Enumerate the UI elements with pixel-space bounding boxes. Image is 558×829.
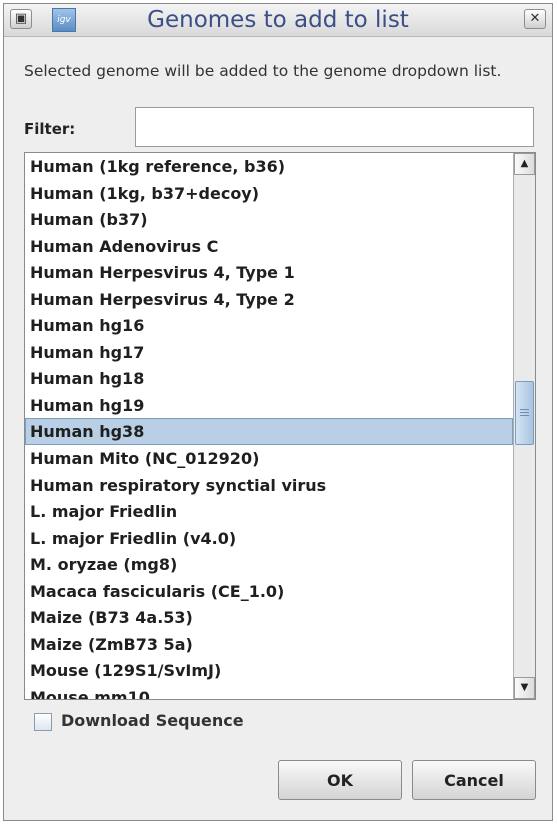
list-item[interactable]: Human hg38: [25, 418, 513, 446]
scroll-down-arrow-icon[interactable]: ▼: [514, 677, 535, 699]
vertical-scrollbar[interactable]: ▲ ▼: [513, 153, 535, 699]
title-bar[interactable]: ▣ igv Genomes to add to list ✕: [4, 4, 552, 37]
list-item[interactable]: Maize (B73 4a.53): [25, 604, 513, 631]
ok-button[interactable]: OK: [278, 760, 402, 800]
scroll-thumb[interactable]: [515, 381, 534, 445]
list-item[interactable]: Human Mito (NC_012920): [25, 445, 513, 472]
window-title: Genomes to add to list: [147, 7, 409, 33]
list-item[interactable]: Human hg17: [25, 339, 513, 366]
list-item[interactable]: Human hg19: [25, 392, 513, 419]
list-item[interactable]: Human hg16: [25, 312, 513, 339]
genome-list-items: Human (1kg reference, b36) Human (1kg, b3…: [25, 153, 513, 699]
genome-list[interactable]: Human (1kg reference, b36) Human (1kg, b3…: [24, 152, 536, 700]
instruction-text: Selected genome will be added to the gen…: [24, 62, 502, 80]
list-item[interactable]: Human hg18: [25, 365, 513, 392]
filter-label: Filter:: [24, 120, 76, 138]
download-sequence-checkbox[interactable]: [34, 713, 52, 731]
scroll-up-arrow-icon[interactable]: ▲: [514, 153, 535, 175]
list-item[interactable]: Human Adenovirus C: [25, 233, 513, 260]
list-item[interactable]: Human Herpesvirus 4, Type 1: [25, 259, 513, 286]
list-item[interactable]: Macaca fascicularis (CE_1.0): [25, 578, 513, 605]
cancel-button[interactable]: Cancel: [412, 760, 536, 800]
list-item[interactable]: Human respiratory synctial virus: [25, 472, 513, 499]
list-item[interactable]: Mouse (129S1/SvImJ): [25, 657, 513, 684]
filter-input[interactable]: [135, 107, 534, 147]
list-item[interactable]: L. major Friedlin: [25, 498, 513, 525]
list-item[interactable]: Human (b37): [25, 206, 513, 233]
list-item[interactable]: M. oryzae (mg8): [25, 551, 513, 578]
list-item[interactable]: Human (1kg, b37+decoy): [25, 180, 513, 207]
genome-dialog: ▣ igv Genomes to add to list ✕ Selected …: [3, 3, 553, 821]
close-icon[interactable]: ✕: [524, 9, 546, 29]
download-sequence-label: Download Sequence: [61, 711, 244, 730]
list-item[interactable]: L. major Friedlin (v4.0): [25, 525, 513, 552]
list-item[interactable]: Mouse mm10: [25, 684, 513, 699]
list-item[interactable]: Human Herpesvirus 4, Type 2: [25, 286, 513, 313]
list-item[interactable]: Human (1kg reference, b36): [25, 153, 513, 180]
list-item[interactable]: Maize (ZmB73 5a): [25, 631, 513, 658]
